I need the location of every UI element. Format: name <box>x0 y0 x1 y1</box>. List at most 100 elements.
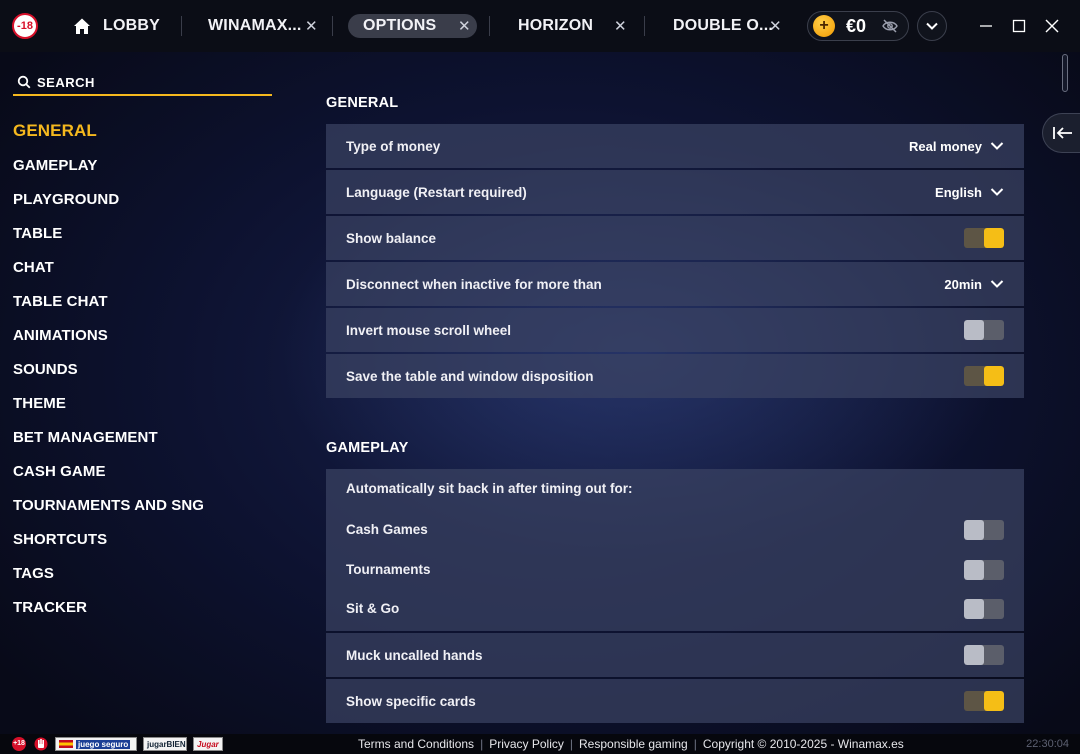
setting-language[interactable]: Language (Restart required) English <box>326 170 1024 214</box>
logo-text: jugarBIEN <box>147 739 186 749</box>
responsible-gaming-link[interactable]: Responsible gaming <box>579 737 688 751</box>
sidebar-item-chat[interactable]: CHAT <box>13 250 204 284</box>
sidebar-item-theme[interactable]: THEME <box>13 386 204 420</box>
save-disposition-toggle[interactable] <box>964 366 1004 386</box>
tab-label: HORIZON <box>518 17 594 34</box>
tab-label: LOBBY <box>103 17 160 34</box>
age-restriction-badge: -18 <box>12 13 38 39</box>
link-separator: | <box>569 737 573 751</box>
jugar-bien-logo[interactable]: jugarBIEN <box>143 737 187 751</box>
tab-divider <box>489 16 490 36</box>
setting-muck-uncalled-hands: Muck uncalled hands <box>326 633 1024 677</box>
logo-text: juego seguro <box>76 739 131 749</box>
setting-label: Show specific cards <box>346 693 476 709</box>
setting-label: Language (Restart required) <box>346 184 527 200</box>
close-window-button[interactable] <box>1042 16 1062 36</box>
terms-link[interactable]: Terms and Conditions <box>358 737 474 751</box>
setting-label: Show balance <box>346 230 437 246</box>
tab-horizon[interactable]: HORIZON ✕ <box>518 14 628 38</box>
toggle-knob <box>964 645 984 665</box>
sidebar-item-gameplay[interactable]: GAMEPLAY <box>13 148 204 182</box>
close-icon[interactable]: ✕ <box>769 17 782 35</box>
sidebar-item-shortcuts[interactable]: SHORTCUTS <box>13 522 204 556</box>
options-panel: GENERAL GAMEPLAY PLAYGROUND TABLE CHAT T… <box>0 52 1080 734</box>
sidebar-item-tags[interactable]: TAGS <box>13 556 204 590</box>
balance-amount: €0 <box>846 16 867 36</box>
privacy-link[interactable]: Privacy Policy <box>489 737 564 751</box>
setting-type-of-money[interactable]: Type of money Real money <box>326 124 1024 168</box>
footer-bar: +18 juego seguro jugarBIEN Jugar Terms a… <box>0 734 1080 754</box>
link-separator: | <box>693 737 697 751</box>
setting-label: Muck uncalled hands <box>346 647 483 663</box>
close-icon[interactable]: ✕ <box>305 17 318 35</box>
account-menu-button[interactable] <box>917 11 947 41</box>
sidebar-item-general[interactable]: GENERAL <box>13 114 204 148</box>
collapse-panel-button[interactable] <box>1042 113 1080 153</box>
scrollbar[interactable] <box>1062 54 1068 92</box>
sit-and-go-toggle[interactable] <box>964 599 1004 619</box>
clock: 22:30:04 <box>1026 738 1069 750</box>
sidebar-item-tracker[interactable]: TRACKER <box>13 590 204 624</box>
maximize-button[interactable] <box>1009 16 1029 36</box>
search-input[interactable] <box>37 74 257 90</box>
toggle-knob <box>964 520 984 540</box>
setting-label: Disconnect when inactive for more than <box>346 276 602 292</box>
close-icon[interactable]: ✕ <box>614 17 627 35</box>
tab-winamax[interactable]: WINAMAX... ✕ <box>208 14 318 38</box>
collapse-left-icon <box>1052 127 1072 139</box>
show-balance-toggle[interactable] <box>964 228 1004 248</box>
auto-sit-back-group: Automatically sit back in after timing o… <box>326 469 1024 631</box>
eye-slash-icon[interactable] <box>882 19 898 33</box>
toggle-knob <box>964 560 984 580</box>
search-box[interactable] <box>13 70 272 96</box>
tab-double-o[interactable]: DOUBLE O... ✕ <box>673 14 783 38</box>
chevron-down-icon <box>990 188 1004 196</box>
sidebar-item-animations[interactable]: ANIMATIONS <box>13 318 204 352</box>
sidebar-item-table-chat[interactable]: TABLE CHAT <box>13 284 204 318</box>
search-icon <box>17 75 31 89</box>
invert-scroll-toggle[interactable] <box>964 320 1004 340</box>
footer-links: Terms and Conditions | Privacy Policy | … <box>358 737 904 751</box>
tab-label: OPTIONS <box>363 17 437 34</box>
sidebar-item-tournaments-and-sng[interactable]: TOURNAMENTS AND SNG <box>13 488 204 522</box>
tab-divider <box>644 16 645 36</box>
stop-hand-icon <box>34 737 48 751</box>
section-title-general: GENERAL <box>326 95 399 111</box>
setting-disconnect-inactive[interactable]: Disconnect when inactive for more than 2… <box>326 262 1024 306</box>
setting-label: Invert mouse scroll wheel <box>346 322 512 338</box>
sidebar-item-playground[interactable]: PLAYGROUND <box>13 182 204 216</box>
select-value: Real money <box>909 138 982 154</box>
tab-options[interactable]: OPTIONS ✕ <box>348 14 477 38</box>
setting-label: Type of money <box>346 138 441 154</box>
logo-text: Jugar <box>197 739 219 749</box>
disconnect-timeout-select[interactable]: 20min <box>944 277 1004 292</box>
chevron-down-icon <box>926 22 938 30</box>
language-select[interactable]: English <box>935 185 1004 200</box>
sidebar-item-table[interactable]: TABLE <box>13 216 204 250</box>
close-icon[interactable]: ✕ <box>458 17 471 35</box>
cash-games-toggle[interactable] <box>964 520 1004 540</box>
toggle-knob <box>964 599 984 619</box>
sidebar-item-sounds[interactable]: SOUNDS <box>13 352 204 386</box>
sidebar-item-bet-management[interactable]: BET MANAGEMENT <box>13 420 204 454</box>
toggle-knob <box>964 320 984 340</box>
jugar-logo[interactable]: Jugar <box>193 737 223 751</box>
chevron-down-icon <box>990 142 1004 150</box>
tab-lobby[interactable]: LOBBY <box>73 14 160 38</box>
setting-label: Save the table and window disposition <box>346 368 594 384</box>
toggle-knob <box>984 228 1004 248</box>
setting-label: Cash Games <box>346 522 428 537</box>
muck-uncalled-toggle[interactable] <box>964 645 1004 665</box>
show-specific-cards-toggle[interactable] <box>964 691 1004 711</box>
juego-seguro-logo[interactable]: juego seguro <box>55 737 137 751</box>
chevron-down-icon <box>990 280 1004 288</box>
minimize-button[interactable] <box>976 16 996 36</box>
toggle-knob <box>984 366 1004 386</box>
type-of-money-select[interactable]: Real money <box>909 139 1004 154</box>
tournaments-toggle[interactable] <box>964 560 1004 580</box>
sidebar-item-cash-game[interactable]: CASH GAME <box>13 454 204 488</box>
add-funds-coin-icon[interactable]: + <box>813 15 835 37</box>
wallet-balance[interactable]: + €0 <box>807 11 909 41</box>
setting-label: Sit & Go <box>346 601 400 616</box>
setting-show-specific-cards: Show specific cards <box>326 679 1024 723</box>
